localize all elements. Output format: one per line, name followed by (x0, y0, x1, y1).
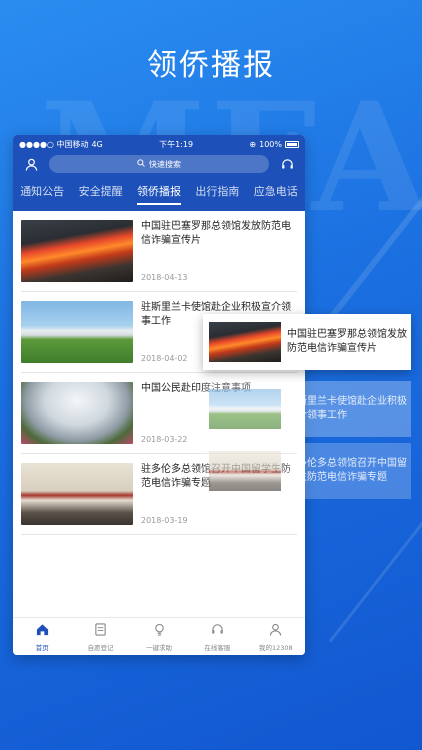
network-label: 4G (91, 139, 103, 149)
news-thumbnail (21, 382, 133, 444)
nav-label: 自愿登记 (87, 644, 114, 652)
news-title: 中国驻巴塞罗那总领馆发放防范电信诈骗宣传片 (141, 221, 291, 246)
category-tabs: 通知公告 安全提醒 领侨播报 出行指南 应急电话 (13, 175, 305, 209)
news-date: 2018-04-13 (141, 273, 188, 282)
card-thumbnail (209, 322, 281, 362)
nav-service[interactable]: 在线客服 (188, 618, 246, 655)
user-icon[interactable] (21, 154, 41, 174)
search-icon (137, 159, 145, 169)
news-thumbnail (21, 301, 133, 363)
news-thumbnail (21, 463, 133, 525)
floating-card: 驻多伦多总领馆召开中国留学生防范电信诈骗专题 (203, 443, 411, 499)
list-item[interactable]: 中国驻巴塞罗那总领馆发放防范电信诈骗宣传片 2018-04-13 (21, 211, 297, 292)
headset-icon[interactable] (277, 154, 297, 174)
tab-broadcast[interactable]: 领侨播报 (136, 183, 181, 205)
news-thumbnail (21, 220, 133, 282)
tab-travel-guide[interactable]: 出行指南 (195, 183, 239, 205)
nav-label: 在线客服 (204, 644, 231, 652)
news-date: 2018-03-19 (141, 516, 188, 525)
headset-icon (211, 621, 224, 640)
card-title: 驻斯里兰卡使馆赴企业积极宣介领事工作 (287, 396, 407, 421)
nav-home[interactable]: 首页 (13, 618, 71, 655)
clock: 下午1:19 (159, 139, 194, 149)
tab-notice[interactable]: 通知公告 (20, 183, 64, 205)
floating-card: 驻斯里兰卡使馆赴企业积极宣介领事工作 (203, 381, 411, 437)
card-title: 中国驻巴塞罗那总领馆发放防范电信诈骗宣传片 (287, 329, 407, 354)
nav-register[interactable]: 自愿登记 (71, 618, 129, 655)
tab-safety[interactable]: 安全提醒 (79, 183, 123, 205)
search-placeholder: 快速搜索 (149, 159, 181, 169)
battery-icon (284, 140, 299, 148)
battery-label: 100% (259, 139, 282, 149)
nav-help[interactable]: 一键求助 (130, 618, 188, 655)
lock-icon: ⊕ (249, 139, 257, 149)
card-thumbnail (209, 451, 281, 491)
nav-label: 一键求助 (146, 644, 173, 652)
search-input[interactable]: 快速搜索 (49, 155, 269, 173)
status-bar: ●●●●○ 中国移动 4G 下午1:19 ⊕ 100% (13, 135, 305, 153)
carrier-label: ●●●●○ 中国移动 (19, 139, 89, 149)
app-header: ●●●●○ 中国移动 4G 下午1:19 ⊕ 100% 快速搜索 通知公告 安全… (13, 135, 305, 211)
lightbulb-icon (153, 621, 166, 640)
floating-card: 中国驻巴塞罗那总领馆发放防范电信诈骗宣传片 (203, 314, 411, 370)
nav-profile[interactable]: 我的12308 (247, 618, 305, 655)
promo-headline: 领侨播报 (147, 48, 275, 83)
tab-emergency-phone[interactable]: 应急电话 (254, 183, 298, 205)
nav-label: 我的12308 (258, 644, 293, 652)
nav-label: 首页 (35, 644, 49, 652)
user-icon (269, 621, 282, 640)
card-title: 驻多伦多总领馆召开中国留学生防范电信诈骗专题 (287, 458, 407, 483)
bottom-nav: 首页 自愿登记 一键求助 在线客服 我的12308 (13, 617, 305, 655)
register-icon (94, 621, 107, 640)
card-thumbnail (209, 389, 281, 429)
home-icon (36, 621, 49, 640)
